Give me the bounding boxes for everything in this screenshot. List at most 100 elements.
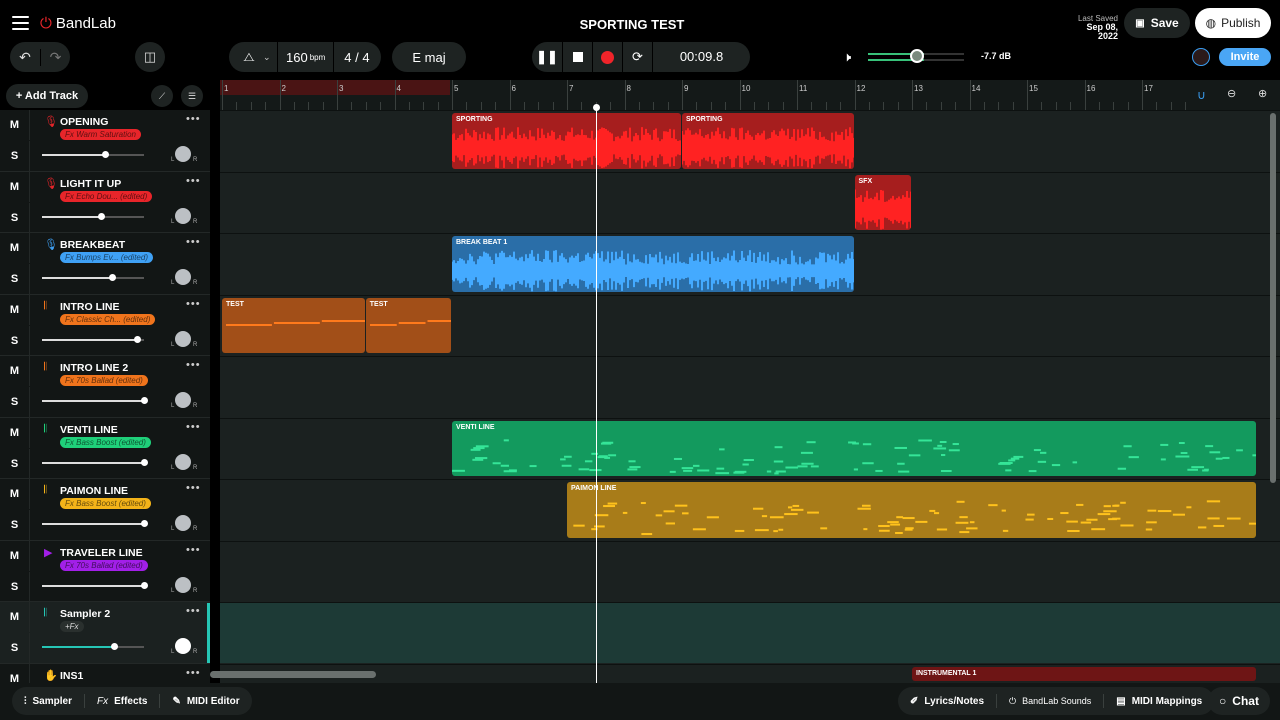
invite-button[interactable]: Invite <box>1219 48 1271 66</box>
more-options-icon[interactable]: ••• <box>186 667 201 679</box>
mute-button[interactable]: M <box>0 602 30 632</box>
master-volume-slider[interactable] <box>868 49 964 63</box>
track-name[interactable]: BREAKBEAT <box>60 239 125 251</box>
undo-icon[interactable]: ↶ <box>10 49 40 66</box>
track-volume-slider[interactable] <box>42 397 148 404</box>
track-header[interactable]: M S 𝄃 Sampler 2 +Fx ••• L R <box>0 602 210 664</box>
volume-thumb[interactable] <box>102 151 110 158</box>
track-name[interactable]: INTRO LINE <box>60 301 120 313</box>
track-header[interactable]: M S 🎙 OPENING Fx Warm Saturation ••• L R <box>0 110 210 172</box>
mute-button[interactable]: M <box>0 110 30 140</box>
tracks-settings-icon[interactable]: ☰ <box>181 85 203 107</box>
mute-button[interactable]: M <box>0 417 30 448</box>
sampler-button[interactable]: ⫶ Sampler <box>12 694 85 708</box>
volume-thumb[interactable] <box>98 212 106 220</box>
volume-thumb[interactable] <box>133 335 141 343</box>
redo-icon[interactable]: ↷ <box>40 48 70 66</box>
selected-track-lane[interactable] <box>220 603 1280 663</box>
mute-button[interactable]: M <box>0 663 30 683</box>
track-header[interactable]: M S ✋ INS1 ••• <box>0 663 210 683</box>
track-header[interactable]: M S 🎙 BREAKBEAT Fx Bumps Ev... (edited) … <box>0 233 210 295</box>
track-volume-slider[interactable] <box>42 335 144 343</box>
vertical-scrollbar[interactable] <box>1270 113 1276 483</box>
pan-knob[interactable] <box>175 515 191 531</box>
track-fx-badge[interactable]: Fx 70s Ballad (edited) <box>60 375 148 386</box>
track-header[interactable]: M S 𝄃 VENTI LINE Fx Bass Boost (edited) … <box>0 417 210 479</box>
pan-knob[interactable] <box>175 330 191 347</box>
track-fx-badge[interactable]: +Fx <box>60 621 84 632</box>
track-header[interactable]: M S 🎙 LIGHT IT UP Fx Echo Dou... (edited… <box>0 171 210 233</box>
effects-button[interactable]: Fx Effects <box>85 694 161 708</box>
clip[interactable]: SFX <box>854 174 911 230</box>
clip[interactable]: VENTI LINE <box>452 420 1256 476</box>
pan-knob[interactable] <box>175 146 191 162</box>
tempo-field[interactable]: 160 bpm <box>277 42 333 72</box>
track-volume-slider[interactable] <box>42 212 144 220</box>
clip[interactable]: INSTRUMENTAL 1 <box>912 666 1256 681</box>
collaborator-avatar[interactable] <box>1192 48 1210 66</box>
solo-button[interactable]: S <box>0 264 30 294</box>
solo-button[interactable]: S <box>0 510 30 540</box>
mute-button[interactable]: M <box>0 540 30 571</box>
track-name[interactable]: OPENING <box>60 116 108 128</box>
more-options-icon[interactable]: ••• <box>186 113 201 125</box>
track-fx-badge[interactable]: Fx Bass Boost (edited) <box>60 436 151 448</box>
solo-button[interactable]: S <box>0 571 30 602</box>
solo-button[interactable]: S <box>0 387 30 417</box>
track-name[interactable]: Sampler 2 <box>60 608 110 620</box>
pan-knob[interactable] <box>175 207 191 224</box>
volume-thumb[interactable] <box>141 520 148 527</box>
playhead-handle[interactable] <box>592 104 600 111</box>
more-options-icon[interactable]: ••• <box>186 359 201 371</box>
track-name[interactable]: VENTI LINE <box>60 424 118 436</box>
horizontal-scrollbar[interactable] <box>210 671 376 678</box>
track-volume-slider[interactable] <box>42 520 148 527</box>
volume-thumb[interactable] <box>141 581 148 589</box>
midi-mappings-button[interactable]: ▤ MIDI Mappings <box>1104 694 1214 708</box>
track-header[interactable]: M S ▶ TRAVELER LINE Fx 70s Ballad (edite… <box>0 540 210 602</box>
track-volume-slider[interactable] <box>42 151 144 158</box>
automation-icon[interactable]: ⟋ <box>151 85 173 107</box>
track-fx-badge[interactable]: Fx Bass Boost (edited) <box>60 498 151 509</box>
zoom-in-icon[interactable]: ⊕ <box>1258 87 1267 100</box>
track-name[interactable]: TRAVELER LINE <box>60 547 143 559</box>
pan-knob[interactable] <box>175 453 191 470</box>
midi-editor-button[interactable]: ✎ MIDI Editor <box>160 694 251 708</box>
volume-thumb[interactable] <box>141 458 148 466</box>
loop-region[interactable] <box>220 80 450 95</box>
track-fx-badge[interactable]: Fx Bumps Ev... (edited) <box>60 252 153 263</box>
mute-button[interactable]: M <box>0 356 30 386</box>
publish-button[interactable]: ◍ Publish <box>1195 8 1271 38</box>
ruler[interactable]: 1 2 3 4 5 6 7 8 9 10 11 12 13 14 15 16 17 <box>220 80 1280 110</box>
playhead[interactable] <box>592 104 600 683</box>
clip[interactable]: TEST <box>365 297 451 353</box>
track-fx-badge[interactable]: Fx Echo Dou... (edited) <box>60 190 153 202</box>
volume-thumb[interactable] <box>111 643 119 650</box>
track-fx-badge[interactable]: Fx Warm Saturation <box>60 129 141 140</box>
clip[interactable]: SPORTING <box>682 113 854 169</box>
pan-knob[interactable] <box>175 392 191 408</box>
loop-button[interactable]: ⟳ <box>622 42 652 72</box>
clip[interactable]: TEST <box>222 297 365 353</box>
clip[interactable]: BREAK BEAT 1 <box>452 236 854 292</box>
track-volume-slider[interactable] <box>42 274 144 281</box>
chat-button[interactable]: ○ Chat <box>1208 687 1270 715</box>
track-header[interactable]: M S 𝄃 PAIMON LINE Fx Bass Boost (edited)… <box>0 479 210 541</box>
key-selector[interactable]: E maj <box>392 42 466 72</box>
track-header[interactable]: M S 𝄃 INTRO LINE Fx Classic Ch... (edite… <box>0 294 210 356</box>
more-options-icon[interactable]: ••• <box>186 482 201 494</box>
pause-button[interactable]: ❚❚ <box>532 49 562 65</box>
track-volume-slider[interactable] <box>42 458 148 466</box>
track-volume-slider[interactable] <box>42 581 148 589</box>
solo-button[interactable]: S <box>0 448 30 479</box>
pan-knob[interactable] <box>175 576 191 593</box>
metronome-icon[interactable]: ⧍ <box>235 50 263 65</box>
more-options-icon[interactable]: ••• <box>186 421 201 433</box>
record-button[interactable] <box>592 42 622 72</box>
master-volume-thumb[interactable] <box>910 49 924 63</box>
speaker-icon[interactable]: 🕨 <box>843 49 851 65</box>
track-name[interactable]: INS1 <box>60 670 83 682</box>
pause-view-icon[interactable]: ◫ <box>135 42 165 72</box>
stop-button[interactable] <box>562 42 592 72</box>
add-track-button[interactable]: + Add Track <box>6 84 88 108</box>
